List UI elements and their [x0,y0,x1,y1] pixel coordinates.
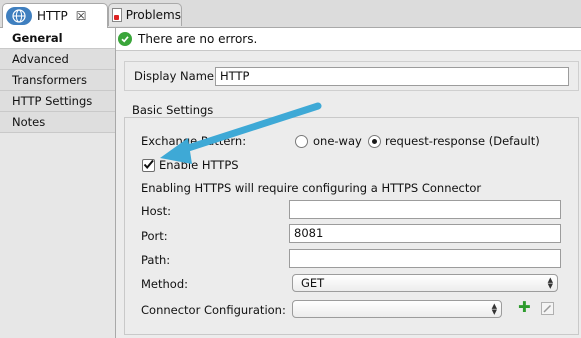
sidebar-item-advanced[interactable]: Advanced [0,49,115,70]
tab-problems[interactable]: Problems [108,3,182,26]
globe-icon [6,7,32,25]
tab-problems-label: Problems [125,8,181,22]
host-label: Host: [141,204,172,218]
enable-https-label: Enable HTTPS [159,158,239,172]
status-text: There are no errors. [138,32,258,46]
method-label: Method: [141,277,189,291]
status-bar: There are no errors. [116,28,581,51]
method-select-value: GET [301,276,325,290]
sidebar-nav: General Advanced Transformers HTTP Setti… [0,28,116,338]
port-label: Port: [141,229,168,243]
connector-config-label: Connector Configuration: [141,303,286,317]
tab-http[interactable]: HTTP ☒ [2,3,108,28]
path-label: Path: [141,253,171,267]
add-connector-icon[interactable]: ✚ [518,298,531,316]
display-name-row: Display Name: HTTP [124,61,579,91]
editor-tab-bar: HTTP ☒ Problems [0,0,581,28]
enable-https-checkbox[interactable] [142,159,155,172]
path-input[interactable] [289,249,561,268]
https-note: Enabling HTTPS will require configuring … [141,181,482,195]
radio-one-way[interactable] [295,135,308,148]
exchange-pattern-label: Exchange Pattern: [141,134,247,148]
sidebar-item-notes[interactable]: Notes [0,112,115,133]
display-name-input[interactable]: HTTP [215,67,569,86]
problems-icon [112,8,122,22]
sidebar-item-transformers[interactable]: Transformers [0,70,115,91]
method-select[interactable]: GET ▲ ▼ [292,274,558,292]
basic-settings-group: Exchange Pattern: one-way request-respon… [124,117,579,335]
connector-config-select[interactable]: ▲ ▼ [292,300,502,318]
updown-arrows-icon: ▲ ▼ [491,302,497,316]
radio-one-way-label: one-way [313,134,362,148]
sidebar-item-http-settings[interactable]: HTTP Settings [0,91,115,112]
updown-arrows-icon: ▲ ▼ [547,276,553,290]
host-input[interactable] [289,200,561,219]
radio-request-response-label: request-response (Default) [385,134,540,148]
checkmark-icon [118,32,132,46]
display-name-label: Display Name: [134,69,218,83]
tab-http-label: HTTP [37,9,68,23]
sidebar-item-general[interactable]: General [0,28,115,49]
close-tab-icon[interactable]: ☒ [76,9,87,23]
basic-settings-title: Basic Settings [132,103,214,117]
edit-connector-icon[interactable] [541,302,554,315]
radio-request-response[interactable] [368,135,381,148]
port-input[interactable]: 8081 [289,224,561,243]
